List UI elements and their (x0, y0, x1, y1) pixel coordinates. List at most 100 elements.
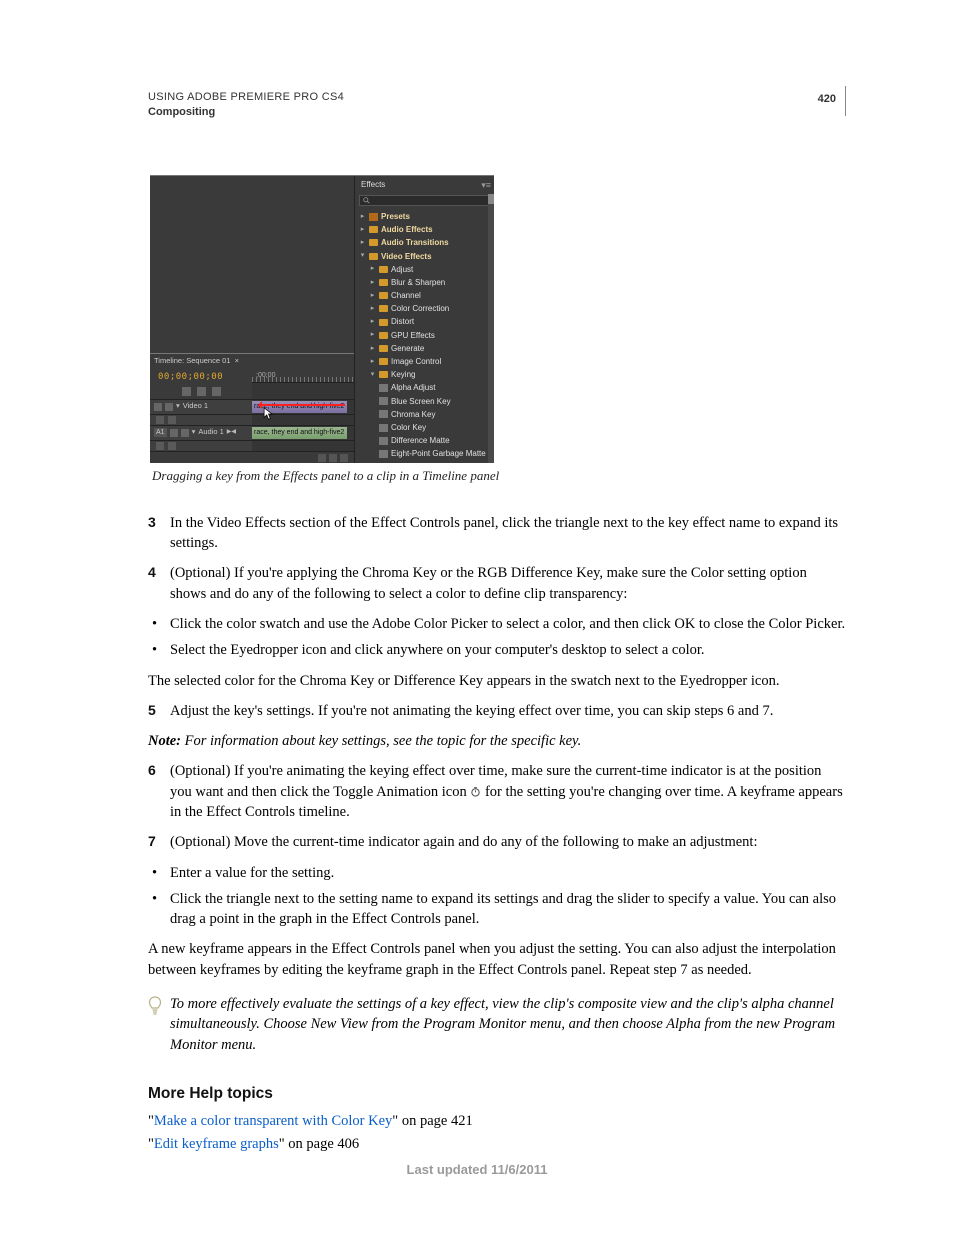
tree-keying[interactable]: ▾Keying (359, 368, 492, 381)
bullet-text: Click the color swatch and use the Adobe… (170, 614, 846, 634)
page-header: USING ADOBE PREMIERE PRO CS4 Compositing (148, 90, 846, 121)
timeline-panel: Timeline: Sequence 01 × 00;00;00;00 ;0 (150, 176, 354, 463)
step-7: 7 (Optional) Move the current-time indic… (148, 832, 846, 852)
audio-track-header[interactable]: A1 ▾ Audio 1 ▶◀ (150, 426, 252, 440)
product-line: USING ADOBE PREMIERE PRO CS4 (148, 90, 344, 105)
kf-nav-icon[interactable] (168, 416, 176, 424)
speaker-icon[interactable] (170, 429, 178, 437)
tree-generate[interactable]: ▸Generate (359, 342, 492, 355)
tree-color-correction[interactable]: ▸Color Correction (359, 302, 492, 315)
tree-difference-matte[interactable]: Difference Matte (359, 434, 492, 447)
screenshot-mock: Timeline: Sequence 01 × 00;00;00;00 ;0 (150, 175, 494, 463)
timeline-tab[interactable]: Timeline: Sequence 01 × (150, 353, 354, 369)
page: USING ADOBE PREMIERE PRO CS4 Compositing… (0, 0, 954, 1197)
tree-distort[interactable]: ▸Distort (359, 315, 492, 328)
effects-tab[interactable]: Effects (361, 179, 385, 190)
keyframe-toggle-icon[interactable] (156, 416, 164, 424)
stopwatch-icon (470, 786, 481, 797)
snap-icon[interactable] (182, 387, 191, 396)
note: Note: For information about key settings… (148, 731, 846, 751)
effects-search[interactable] (359, 195, 490, 206)
step-4-post: The selected color for the Chroma Key or… (148, 671, 846, 691)
audio-badge: A1 (154, 428, 167, 438)
step-text: In the Video Effects section of the Effe… (170, 513, 846, 554)
tree-video-effects[interactable]: ▾Video Effects (359, 250, 492, 263)
more-help-heading: More Help topics (148, 1083, 846, 1105)
tree-gpu-effects[interactable]: ▸GPU Effects (359, 329, 492, 342)
folder-icon (379, 371, 388, 378)
keyframe-toggle-icon[interactable] (156, 442, 164, 450)
step-7-post: A new keyframe appears in the Effect Con… (148, 939, 846, 980)
step-number: 3 (148, 513, 170, 554)
page-number: 420 (818, 93, 836, 105)
tree-alpha-adjust[interactable]: Alpha Adjust (359, 381, 492, 394)
marker-icon[interactable] (197, 387, 206, 396)
step-5: 5 Adjust the key's settings. If you're n… (148, 701, 846, 721)
step-6: 6 (Optional) If you're animating the key… (148, 761, 846, 822)
zoom-out-icon[interactable] (318, 454, 326, 462)
timeline-body: 00;00;00;00 ;00;00 (150, 369, 354, 399)
step-text: Adjust the key's settings. If you're not… (170, 701, 846, 721)
tip-block: To more effectively evaluate the setting… (148, 994, 846, 1055)
kf-nav-icon[interactable] (168, 442, 176, 450)
effect-icon (379, 397, 388, 405)
lock-icon[interactable] (165, 403, 173, 411)
folder-icon (379, 266, 388, 273)
bullet-glyph: • (148, 863, 170, 883)
zoom-slider[interactable] (329, 454, 337, 462)
timeline-bottom (150, 451, 354, 463)
video-track-header[interactable]: ▾ Video 1 (150, 400, 252, 414)
time-ruler[interactable]: ;00;00 (252, 369, 354, 383)
audio-clip[interactable]: race, they end and high-five2 (252, 427, 347, 439)
folder-icon (369, 253, 378, 260)
note-label: Note: (148, 733, 181, 749)
folder-icon (379, 332, 388, 339)
tree-eight-point[interactable]: Eight-Point Garbage Matte (359, 447, 492, 460)
timeline-zoom-controls[interactable] (318, 454, 348, 462)
preset-icon (369, 213, 378, 221)
step-number: 5 (148, 701, 170, 721)
tip-text: To more effectively evaluate the setting… (170, 994, 846, 1055)
link-suffix: " on page 406 (279, 1136, 359, 1152)
figure: Timeline: Sequence 01 × 00;00;00;00 ;0 (150, 175, 846, 485)
tree-blur-sharpen[interactable]: ▸Blur & Sharpen (359, 276, 492, 289)
tree-adjust[interactable]: ▸Adjust (359, 263, 492, 276)
eye-icon[interactable] (154, 403, 162, 411)
effect-icon (379, 410, 388, 418)
step-number: 6 (148, 761, 170, 822)
effect-icon (379, 424, 388, 432)
tree-presets[interactable]: ▸Presets (359, 210, 492, 223)
lightbulb-icon (148, 994, 170, 1055)
tree-image-control[interactable]: ▸Image Control (359, 355, 492, 368)
lock-icon[interactable] (181, 429, 189, 437)
page-number-wrap: 420 (818, 88, 836, 108)
tree-audio-transitions[interactable]: ▸Audio Transitions (359, 236, 492, 249)
tree-color-key[interactable]: Color Key (359, 421, 492, 434)
folder-icon (379, 279, 388, 286)
tree-channel[interactable]: ▸Channel (359, 289, 492, 302)
search-icon (363, 197, 370, 204)
step-7-bullet-2: • Click the triangle next to the setting… (148, 889, 846, 930)
effects-scrollbar[interactable] (488, 194, 494, 463)
tree-blue-screen-key[interactable]: Blue Screen Key (359, 395, 492, 408)
chapter-name: Compositing (148, 105, 344, 120)
step-text: (Optional) If you're animating the keyin… (170, 761, 846, 822)
audio-track-body[interactable]: race, they end and high-five2 (252, 426, 354, 440)
wrench-icon[interactable] (212, 387, 221, 396)
effect-icon (379, 384, 388, 392)
step-text: (Optional) Move the current-time indicat… (170, 832, 846, 852)
tree-audio-effects[interactable]: ▸Audio Effects (359, 223, 492, 236)
effects-tree: ▸Presets ▸Audio Effects ▸Audio Transitio… (355, 208, 494, 463)
step-text: (Optional) If you're applying the Chroma… (170, 563, 846, 604)
step-4-bullet-1: • Click the color swatch and use the Ado… (148, 614, 846, 634)
link-color-key[interactable]: Make a color transparent with Color Key (154, 1113, 392, 1129)
panel-menu-icon[interactable]: ▾≡ (481, 179, 491, 192)
bullet-text: Enter a value for the setting. (170, 863, 846, 883)
folder-icon (379, 319, 388, 326)
help-link-2: "Edit keyframe graphs" on page 406 (148, 1134, 846, 1154)
play-icon[interactable] (340, 454, 348, 462)
link-keyframe-graphs[interactable]: Edit keyframe graphs (154, 1136, 279, 1152)
effects-panel: Effects ▾≡ ▸Presets ▸Audio Effects ▸Audi… (354, 176, 494, 463)
tree-chroma-key[interactable]: Chroma Key (359, 408, 492, 421)
timecode[interactable]: 00;00;00;00 (150, 369, 252, 386)
